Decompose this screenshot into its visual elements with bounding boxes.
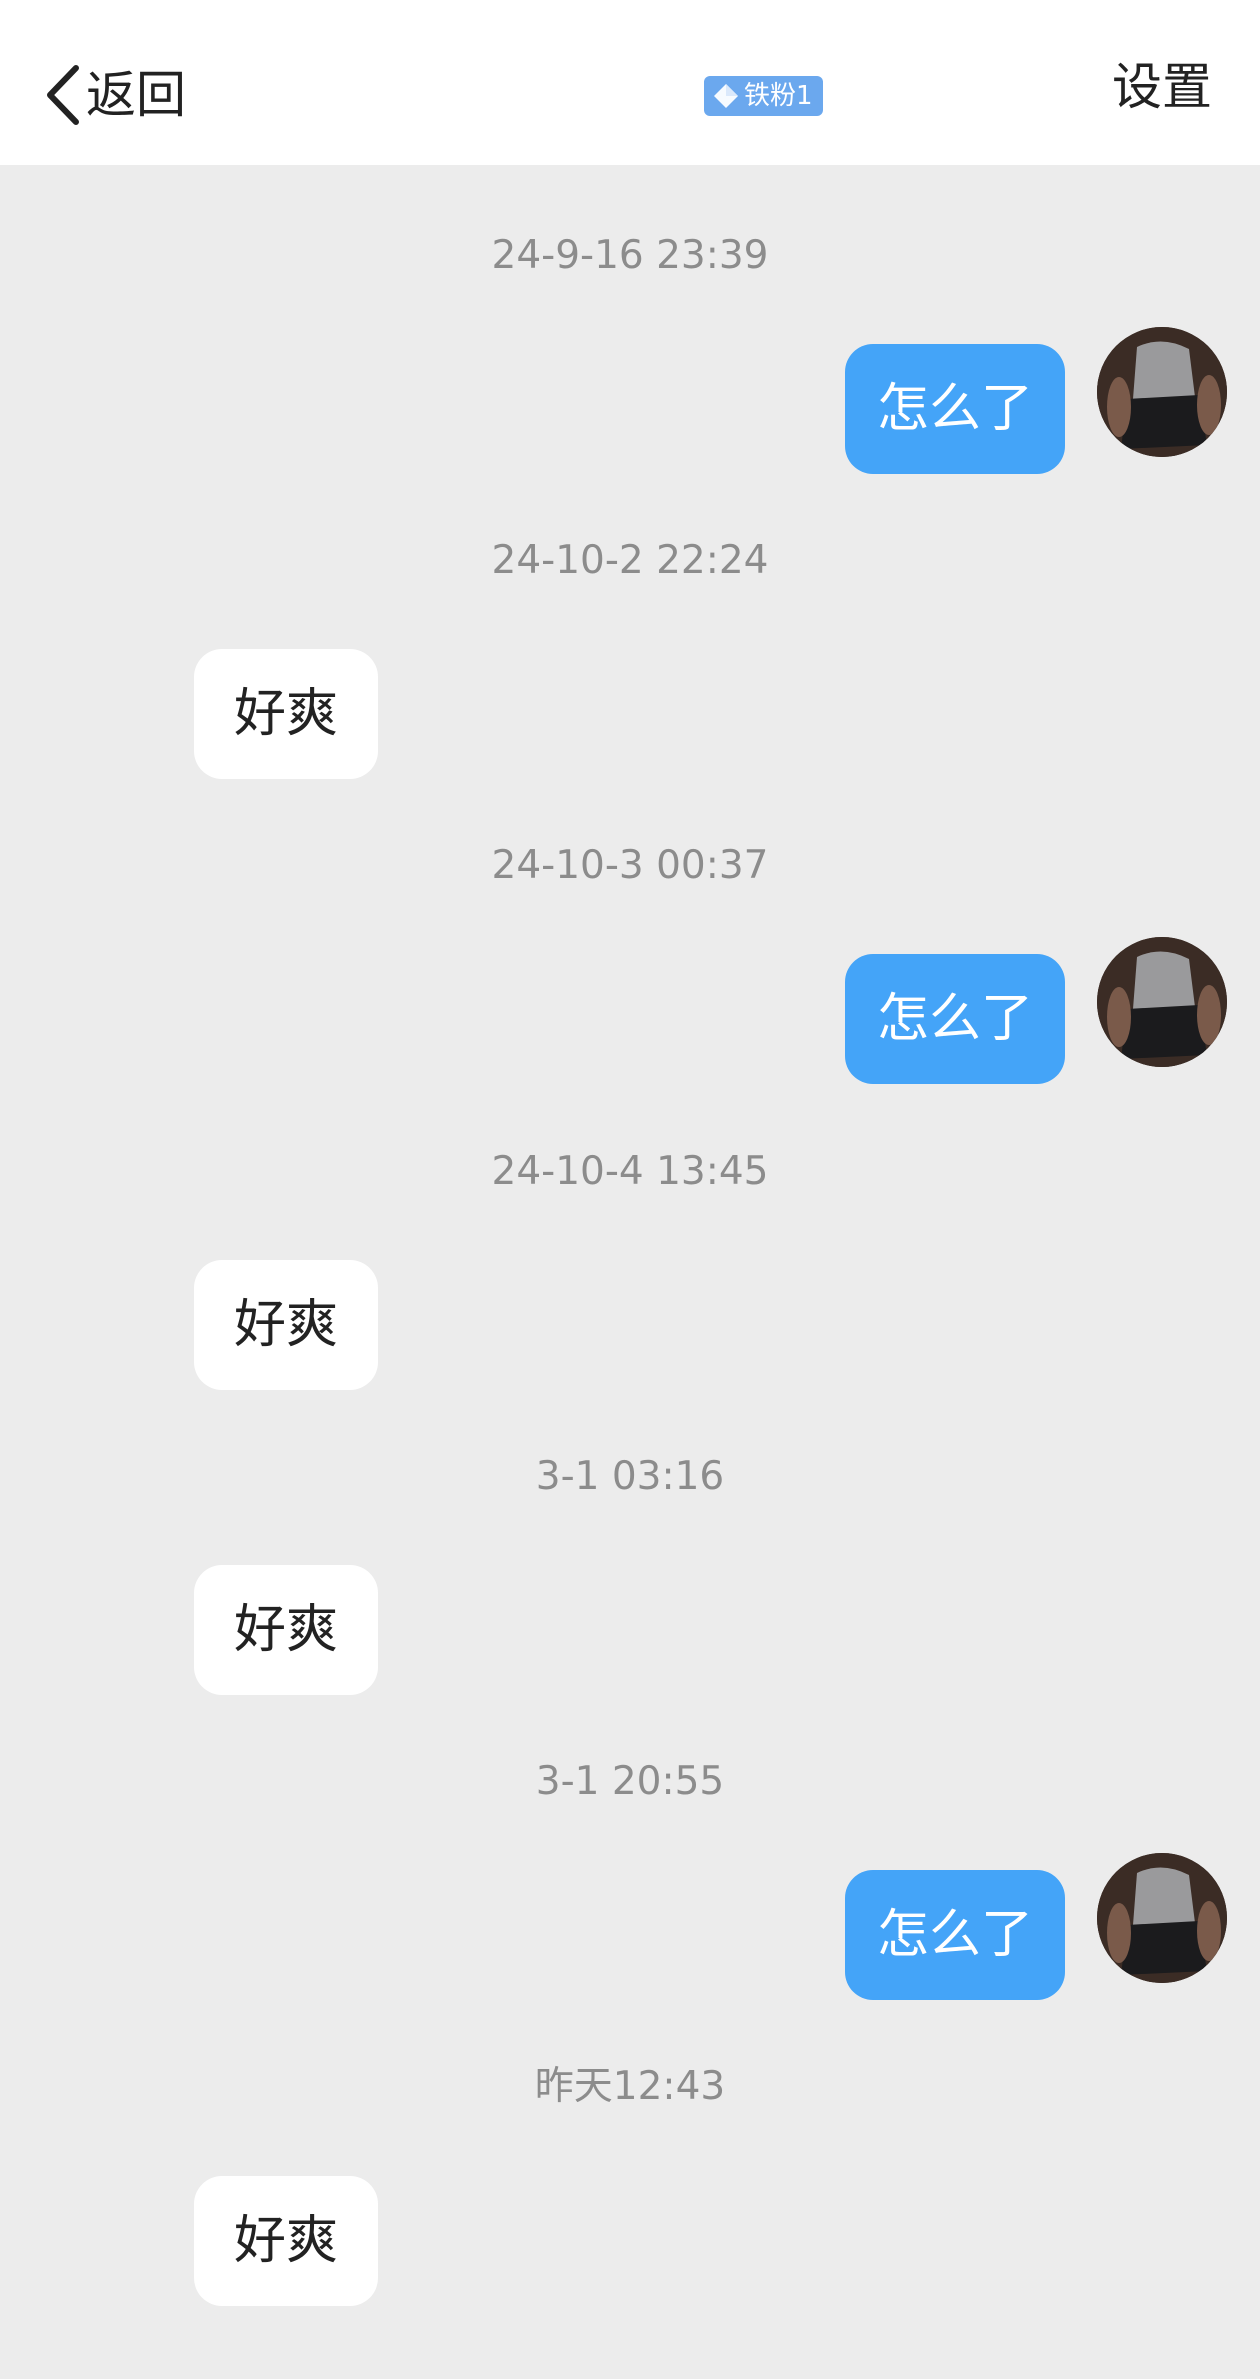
fan-badge: 铁粉1: [704, 76, 823, 116]
message-timestamp: 24-9-16 23:39: [491, 233, 769, 278]
message-timestamp: 3-1 20:55: [535, 1759, 725, 1804]
back-label: 返回: [86, 66, 186, 124]
message-timestamp: 昨天12:43: [534, 2064, 726, 2109]
settings-button[interactable]: 设置: [1112, 62, 1212, 112]
incoming-message-bubble[interactable]: 好爽: [194, 1260, 378, 1390]
outgoing-message-bubble[interactable]: 怎么了: [845, 954, 1065, 1084]
incoming-message-bubble[interactable]: 好爽: [194, 2176, 378, 2306]
avatar-image: [1097, 327, 1227, 457]
badge-label: 铁粉1: [744, 81, 813, 111]
incoming-message-bubble[interactable]: 好爽: [194, 1565, 378, 1695]
avatar[interactable]: [1097, 937, 1227, 1067]
message-timestamp: 24-10-3 00:37: [491, 843, 769, 888]
incoming-message-bubble[interactable]: 好爽: [194, 649, 378, 779]
avatar[interactable]: [1097, 327, 1227, 457]
outgoing-message-bubble[interactable]: 怎么了: [845, 1870, 1065, 2000]
diamond-icon: [714, 84, 738, 108]
top-bar: 返回 铁粉1 设置: [0, 0, 1260, 165]
chevron-left-icon: [47, 65, 79, 125]
avatar[interactable]: [1097, 1853, 1227, 1983]
message-timestamp: 24-10-4 13:45: [491, 1149, 769, 1194]
message-timestamp: 24-10-2 22:24: [491, 538, 769, 583]
message-timestamp: 3-1 03:16: [535, 1454, 725, 1499]
outgoing-message-bubble[interactable]: 怎么了: [845, 344, 1065, 474]
back-button[interactable]: 返回: [44, 60, 186, 130]
avatar-image: [1097, 937, 1227, 1067]
avatar-image: [1097, 1853, 1227, 1983]
